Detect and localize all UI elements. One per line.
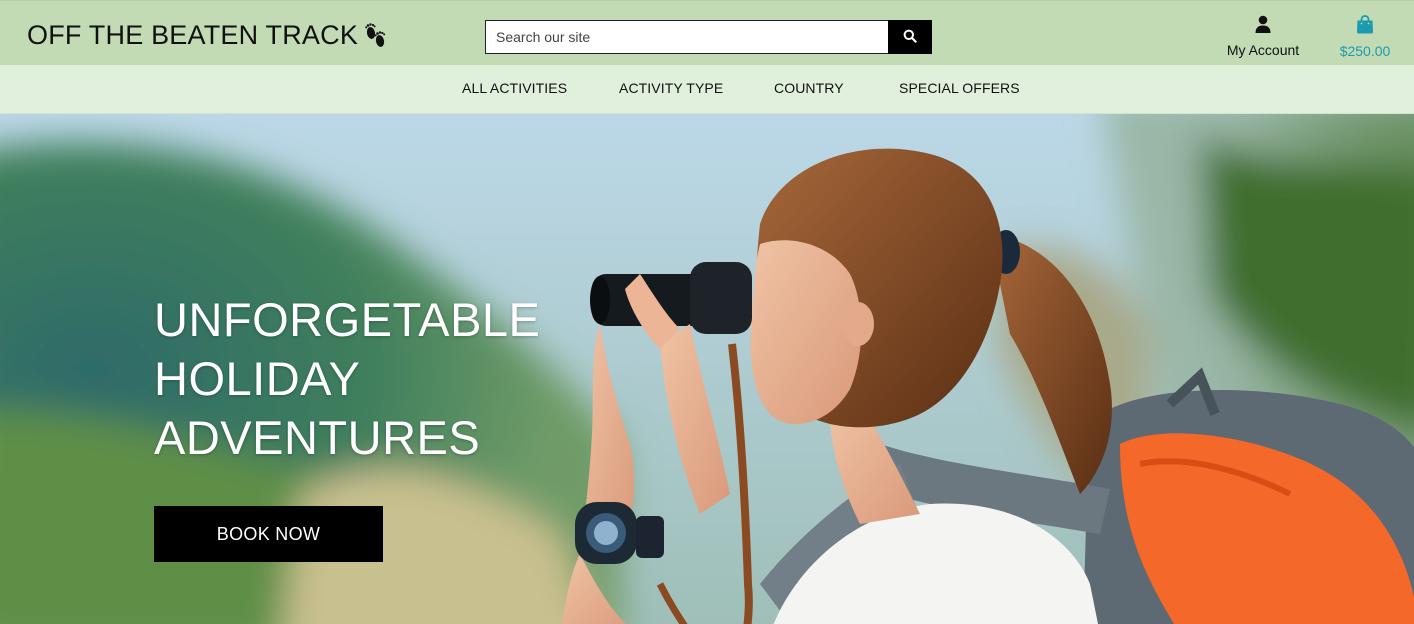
shopping-bag-link[interactable]: $250.00: [1334, 15, 1396, 59]
my-account-label: My Account: [1226, 42, 1300, 58]
nav-item-all-activities[interactable]: ALL ACTIVITIES: [462, 80, 567, 96]
nav-item-activity-type[interactable]: ACTIVITY TYPE: [619, 80, 723, 96]
site-header: OFF THE BEATEN TRACK Search our site My …: [0, 0, 1414, 65]
hero-heading-line-2: HOLIDAY: [154, 352, 361, 405]
bag-total: $250.00: [1339, 43, 1391, 59]
search-icon: [903, 29, 917, 46]
search-form: [485, 20, 932, 54]
nav-item-special-offers[interactable]: SPECIAL OFFERS: [899, 80, 1020, 96]
my-account-link[interactable]: My Account: [1222, 15, 1304, 58]
hero-heading: UNFORGETABLE HOLIDAY ADVENTURES: [154, 290, 540, 467]
search-input[interactable]: [485, 20, 888, 54]
nav-item-country[interactable]: COUNTRY: [774, 80, 844, 96]
user-icon: [1254, 15, 1272, 38]
site-logo-text: OFF THE BEATEN TRACK: [27, 20, 359, 50]
hero-banner: UNFORGETABLE HOLIDAY ADVENTURES BOOK NOW: [0, 114, 1414, 624]
hero-heading-line-1: UNFORGETABLE: [154, 293, 541, 346]
main-nav: ALL ACTIVITIES ACTIVITY TYPE COUNTRY SPE…: [0, 65, 1414, 114]
footprints-icon: [364, 20, 388, 50]
hero-heading-line-3: ADVENTURES: [154, 411, 481, 464]
book-now-button[interactable]: BOOK NOW: [154, 506, 383, 562]
search-button[interactable]: [888, 20, 932, 54]
shopping-bag-icon: [1356, 15, 1374, 39]
site-logo-link[interactable]: OFF THE BEATEN TRACK: [27, 18, 388, 52]
